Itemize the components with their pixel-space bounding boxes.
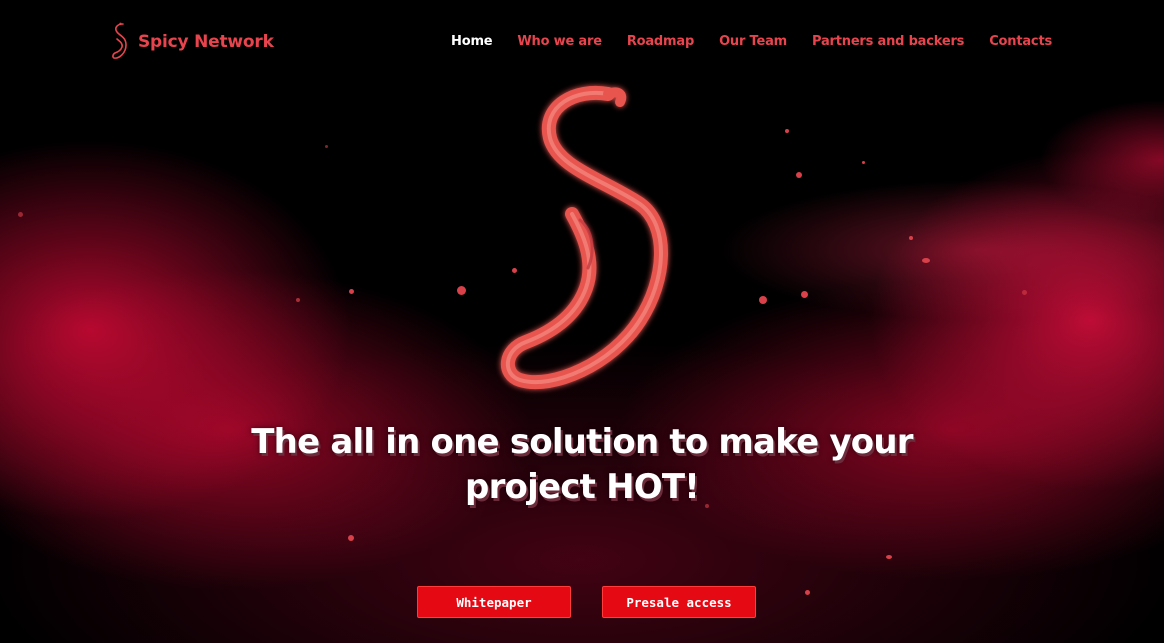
nav-item-our-team[interactable]: Our Team — [719, 34, 787, 49]
nav-item-contacts[interactable]: Contacts — [989, 34, 1052, 49]
chili-s-logo-icon — [112, 22, 127, 59]
ember-particle — [922, 258, 930, 263]
main-nav: Home Who we are Roadmap Our Team Partner… — [451, 34, 1052, 49]
ember-particle — [909, 236, 913, 240]
whitepaper-button[interactable]: Whitepaper — [417, 586, 571, 618]
nav-item-home[interactable]: Home — [451, 34, 493, 49]
hero-headline: The all in one solution to make your pro… — [232, 420, 932, 510]
ember-particle — [796, 172, 802, 178]
hero-headline-line-1: The all in one solution to make your — [251, 422, 913, 462]
ember-particle — [785, 129, 789, 133]
nav-item-roadmap[interactable]: Roadmap — [627, 34, 694, 49]
ember-particle — [349, 289, 354, 294]
ember-particle — [457, 286, 466, 295]
ember-particle — [801, 291, 808, 298]
ember-particle — [759, 296, 767, 304]
ember-particle — [325, 145, 328, 148]
ember-particle — [886, 555, 892, 559]
chili-s-logo-icon — [500, 85, 668, 390]
ember-particle — [1022, 290, 1027, 295]
brand-link[interactable]: Spicy Network — [110, 22, 274, 62]
presale-access-button[interactable]: Presale access — [602, 586, 756, 618]
nav-item-who-we-are[interactable]: Who we are — [517, 34, 602, 49]
nav-item-partners-and-backers[interactable]: Partners and backers — [812, 34, 964, 49]
ember-particle — [862, 161, 865, 164]
ember-particle — [348, 535, 354, 541]
ember-particle — [18, 212, 23, 217]
hero-headline-line-2: project HOT! — [465, 467, 700, 507]
ember-particle — [805, 590, 810, 595]
hero-page: Spicy Network Home Who we are Roadmap Ou… — [0, 0, 1164, 643]
brand-name: Spicy Network — [138, 32, 274, 52]
ember-particle — [296, 298, 300, 302]
site-header: Spicy Network Home Who we are Roadmap Ou… — [0, 0, 1164, 86]
